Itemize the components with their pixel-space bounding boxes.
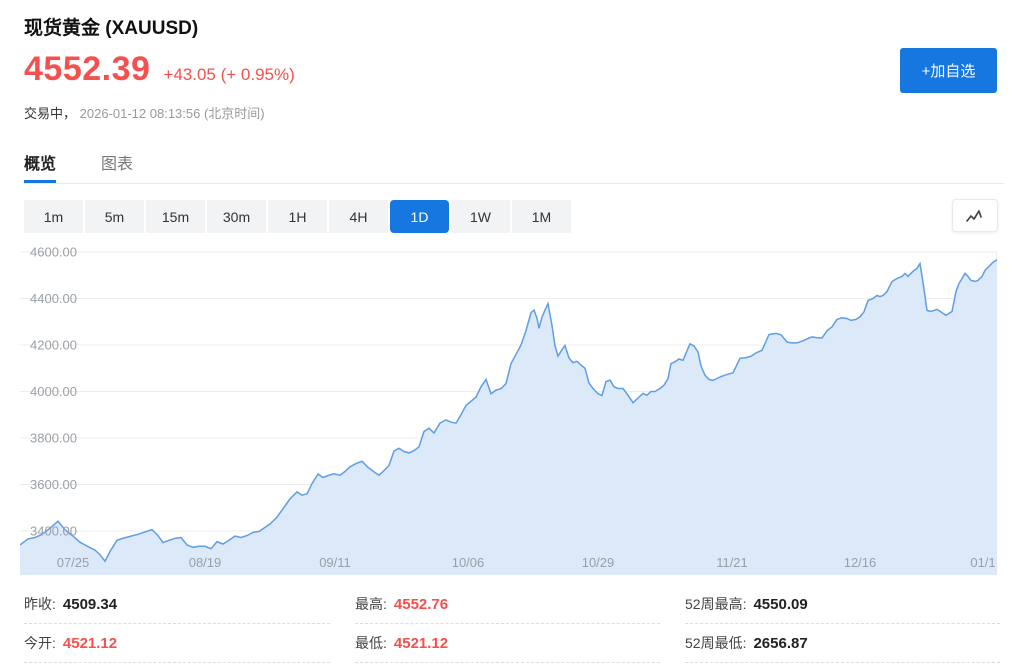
stat-52w-low: 52周最低: 2656.87 [685,624,1000,663]
price-change: +43.05 (+ 0.95%) [163,65,294,85]
tab-chart[interactable]: 图表 [101,150,133,183]
quote-page: 现货黄金 (XAUUSD) +加自选 4552.39 +43.05 (+ 0.9… [0,0,1024,671]
stat-value: 4552.76 [394,596,448,613]
stat-prev-close: 昨收: 4509.34 [24,585,330,624]
stat-value: 4521.12 [63,635,117,652]
x-axis-label: 07/25 [57,555,90,570]
y-axis-label: 4200.00 [30,338,77,353]
range-button-1h[interactable]: 1H [268,200,327,233]
x-axis-label: 10/29 [582,555,615,570]
range-button-1w[interactable]: 1W [451,200,510,233]
y-axis-label: 3600.00 [30,477,77,492]
last-price: 4552.39 [24,50,150,89]
range-button-30m[interactable]: 30m [207,200,266,233]
y-axis-labels: 4600.00 4400.00 4200.00 4000.00 3800.00 3600.… [30,246,77,539]
stat-label: 最低: [355,635,387,651]
stat-open: 今开: 4521.12 [24,624,330,663]
line-chart-icon [965,208,985,224]
y-axis-label: 3400.00 [30,524,77,539]
price-area-fill [20,260,997,575]
stat-value: 4509.34 [63,596,117,613]
range-selector: 1m 5m 15m 30m 1H 4H 1D 1W 1M [24,200,573,233]
x-axis-label: 12/16 [844,555,877,570]
range-button-1d[interactable]: 1D [390,200,449,233]
tab-overview[interactable]: 概览 [24,150,56,183]
stat-value: 4550.09 [753,596,807,613]
chart-style-button[interactable] [952,199,998,232]
range-button-1m[interactable]: 1m [24,200,83,233]
y-axis-label: 4400.00 [30,291,77,306]
y-axis-label: 4000.00 [30,384,77,399]
x-axis-label: 08/19 [189,555,222,570]
stat-value: 2656.87 [753,635,807,652]
stats-column: 52周最高: 4550.09 52周最低: 2656.87 [685,585,1000,663]
quote-timestamp: 2026-01-12 08:13:56 (北京时间) [80,106,265,121]
tab-bar: 概览 图表 [24,150,1004,184]
y-axis-label: 4600.00 [30,246,77,260]
stat-label: 最高: [355,596,387,612]
stats-column: 最高: 4552.76 最低: 4521.12 [355,585,660,663]
x-axis-label: 10/06 [452,555,485,570]
trading-status: 交易中， [24,106,76,121]
price-chart[interactable]: 4600.00 4400.00 4200.00 4000.00 3800.00 3600.… [20,246,1002,577]
stat-label: 昨收: [24,596,56,612]
stat-52w-high: 52周最高: 4550.09 [685,585,1000,624]
range-button-4h[interactable]: 4H [329,200,388,233]
price-chart-svg: 4600.00 4400.00 4200.00 4000.00 3800.00 3600.… [20,246,1002,577]
x-axis-label: 01/1 [970,555,995,570]
instrument-title: 现货黄金 (XAUUSD) [24,13,198,40]
stat-low: 最低: 4521.12 [355,624,660,663]
range-button-15m[interactable]: 15m [146,200,205,233]
stat-high: 最高: 4552.76 [355,585,660,624]
stat-label: 52周最低: [685,635,746,651]
stat-label: 今开: [24,635,56,651]
x-axis-label: 11/21 [716,555,748,570]
status-row: 交易中， 2026-01-12 08:13:56 (北京时间) [24,103,265,122]
stats-column: 昨收: 4509.34 今开: 4521.12 [24,585,330,663]
range-button-1m-month[interactable]: 1M [512,200,571,233]
y-axis-label: 3800.00 [30,431,77,446]
stat-value: 4521.12 [394,635,448,652]
stat-label: 52周最高: [685,596,746,612]
price-row: 4552.39 +43.05 (+ 0.95%) [24,50,295,89]
range-button-5m[interactable]: 5m [85,200,144,233]
add-watchlist-button[interactable]: +加自选 [900,48,997,93]
x-axis-label: 09/11 [319,555,351,570]
